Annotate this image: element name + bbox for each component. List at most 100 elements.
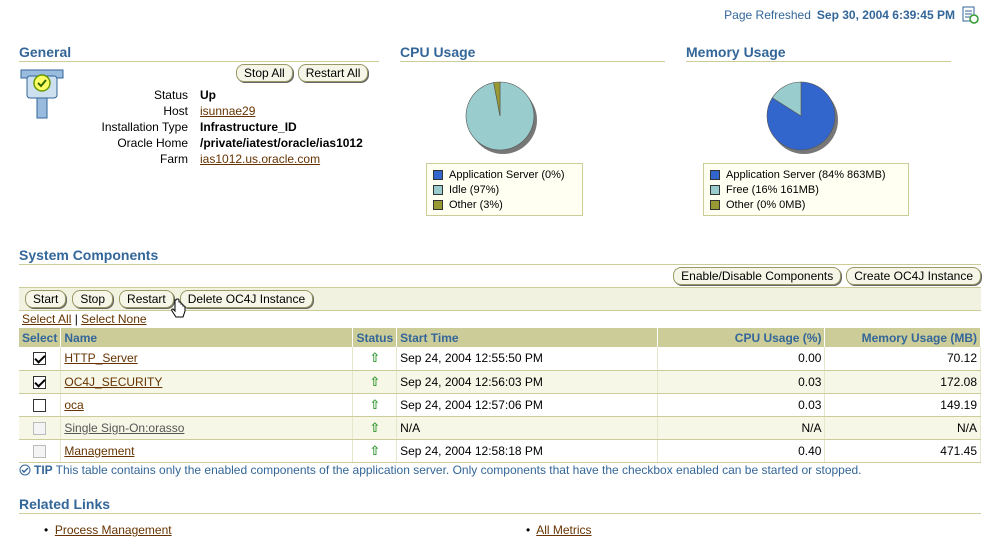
create-oc4j-instance-button[interactable]: Create OC4J Instance: [846, 267, 981, 285]
cpu-divider: [400, 61, 665, 62]
memory-usage-column-header[interactable]: Memory Usage (MB): [824, 328, 981, 347]
related-links-title: Related Links: [19, 496, 111, 512]
farm-label: Farm: [160, 152, 188, 166]
components-table: Select Name Status Start Time CPU Usage …: [19, 328, 981, 463]
farm-link[interactable]: ias1012.us.oracle.com: [200, 152, 320, 166]
up-arrow-icon: ⇧: [369, 442, 381, 458]
memory-usage-cell: 172.08: [824, 370, 981, 394]
table-header-row: Select Name Status Start Time CPU Usage …: [19, 328, 981, 347]
start-time-cell: Sep 24, 2004 12:56:03 PM: [396, 370, 659, 394]
related-link-item: • All Metrics: [526, 523, 592, 537]
memory-divider: [686, 61, 951, 62]
memory-usage-cell: N/A: [824, 416, 981, 440]
up-arrow-icon: ⇧: [369, 396, 381, 412]
components-toolbar: Start Stop Restart Delete OC4J Instance: [19, 287, 981, 311]
stop-button[interactable]: Stop: [72, 290, 114, 308]
memory-usage-cell: 70.12: [824, 347, 981, 371]
status-column-header[interactable]: Status: [352, 328, 398, 347]
cpu-usage-cell: 0.03: [657, 370, 826, 394]
component-name-link[interactable]: Single Sign-On:orasso: [64, 421, 184, 435]
row-checkbox-disabled: [33, 444, 47, 458]
stop-all-button[interactable]: Stop All: [236, 64, 293, 82]
general-divider: [19, 61, 379, 62]
cpu-usage-column-header[interactable]: CPU Usage (%): [657, 328, 826, 347]
oracle-home-label: Oracle Home: [117, 136, 188, 150]
components-divider: [19, 264, 981, 265]
cpu-legend-item: Application Server (0%): [433, 167, 576, 182]
system-components-title: System Components: [19, 247, 159, 263]
start-time-column-header[interactable]: Start Time: [396, 328, 659, 347]
memory-legend-item: Free (16% 161MB): [710, 182, 902, 197]
memory-legend: Application Server (84% 863MB) Free (16%…: [703, 163, 909, 216]
select-none-link[interactable]: Select None: [81, 312, 146, 326]
row-checkbox[interactable]: [33, 352, 47, 366]
memory-pie-chart: [766, 81, 838, 154]
memory-usage-cell: 471.45: [824, 439, 981, 463]
cpu-usage-cell: 0.03: [657, 393, 826, 417]
tip: TIP This table contains only the enabled…: [19, 463, 862, 477]
legend-swatch: [433, 184, 443, 195]
related-link-item: • Process Management: [44, 523, 172, 537]
general-actions: Stop All Restart All: [236, 64, 369, 82]
start-time-cell: Sep 24, 2004 12:57:06 PM: [396, 393, 659, 417]
cpu-legend: Application Server (0%) Idle (97%) Other…: [426, 163, 583, 216]
start-button[interactable]: Start: [25, 290, 67, 308]
general-title: General: [19, 44, 72, 60]
host-link[interactable]: isunnae29: [200, 104, 255, 118]
memory-usage-cell: 149.19: [824, 393, 981, 417]
table-row: HTTP_Server ⇧ Sep 24, 2004 12:55:50 PM 0…: [19, 347, 981, 371]
row-checkbox[interactable]: [33, 375, 47, 389]
delete-oc4j-instance-button[interactable]: Delete OC4J Instance: [179, 290, 314, 308]
table-row: OC4J_SECURITY ⇧ Sep 24, 2004 12:56:03 PM…: [19, 370, 981, 394]
up-arrow-icon: ⇧: [369, 350, 381, 366]
tip-check-icon: [19, 464, 31, 476]
page-refreshed: Page Refreshed Sep 30, 2004 6:39:45 PM: [724, 6, 979, 24]
component-name-link[interactable]: HTTP_Server: [64, 351, 137, 365]
select-all-link[interactable]: Select All: [22, 312, 71, 326]
cpu-pie-chart: [465, 81, 537, 154]
host-label: Host: [163, 104, 188, 118]
select-controls: Select All | Select None: [22, 312, 147, 326]
cpu-usage-cell: 0.00: [657, 347, 826, 371]
row-checkbox-disabled: [33, 421, 47, 435]
start-time-cell: Sep 24, 2004 12:55:50 PM: [396, 347, 659, 371]
memory-legend-item: Other (0% 0MB): [710, 197, 902, 212]
legend-swatch: [710, 184, 720, 195]
status-label: Status: [153, 88, 188, 102]
refresh-icon[interactable]: [961, 6, 979, 24]
status-value: Up: [200, 88, 216, 102]
cpu-legend-item: Other (3%): [433, 197, 576, 212]
cpu-usage-cell: N/A: [657, 416, 826, 440]
select-column-header: Select: [19, 328, 62, 347]
cpu-usage-title: CPU Usage: [400, 44, 476, 60]
start-time-cell: Sep 24, 2004 12:58:18 PM: [396, 439, 659, 463]
up-arrow-icon: ⇧: [369, 373, 381, 389]
refresh-timestamp: Sep 30, 2004 6:39:45 PM: [816, 8, 955, 22]
tip-label: TIP: [34, 463, 53, 477]
cpu-usage-cell: 0.40: [657, 439, 826, 463]
table-row: Single Sign-On:orasso ⇧ N/A N/A N/A: [19, 416, 981, 440]
enable-disable-components-button[interactable]: Enable/Disable Components: [673, 267, 842, 285]
tip-text: This table contains only the enabled com…: [55, 463, 862, 477]
refresh-label: Page Refreshed: [724, 8, 811, 22]
all-metrics-link[interactable]: All Metrics: [536, 523, 591, 537]
memory-usage-title: Memory Usage: [686, 44, 786, 60]
installation-type-value: Infrastructure_ID: [200, 120, 297, 134]
name-column-header[interactable]: Name: [60, 328, 354, 347]
component-name-link[interactable]: oca: [64, 398, 83, 412]
restart-all-button[interactable]: Restart All: [297, 64, 369, 82]
legend-swatch: [710, 169, 720, 180]
component-name-link[interactable]: OC4J_SECURITY: [64, 375, 162, 389]
process-management-link[interactable]: Process Management: [55, 523, 172, 537]
row-checkbox[interactable]: [33, 398, 47, 412]
table-row: oca ⇧ Sep 24, 2004 12:57:06 PM 0.03 149.…: [19, 393, 981, 417]
component-name-link[interactable]: Management: [64, 444, 134, 458]
installation-type-label: Installation Type: [101, 120, 188, 134]
cpu-legend-item: Idle (97%): [433, 182, 576, 197]
restart-button[interactable]: Restart: [119, 290, 174, 308]
oracle-home-value: /private/iatest/oracle/ias1012: [200, 136, 363, 150]
table-row: Management ⇧ Sep 24, 2004 12:58:18 PM 0.…: [19, 439, 981, 463]
bullet-icon: •: [526, 523, 531, 537]
start-time-cell: N/A: [396, 416, 659, 440]
hand-cursor-icon: [171, 298, 186, 318]
